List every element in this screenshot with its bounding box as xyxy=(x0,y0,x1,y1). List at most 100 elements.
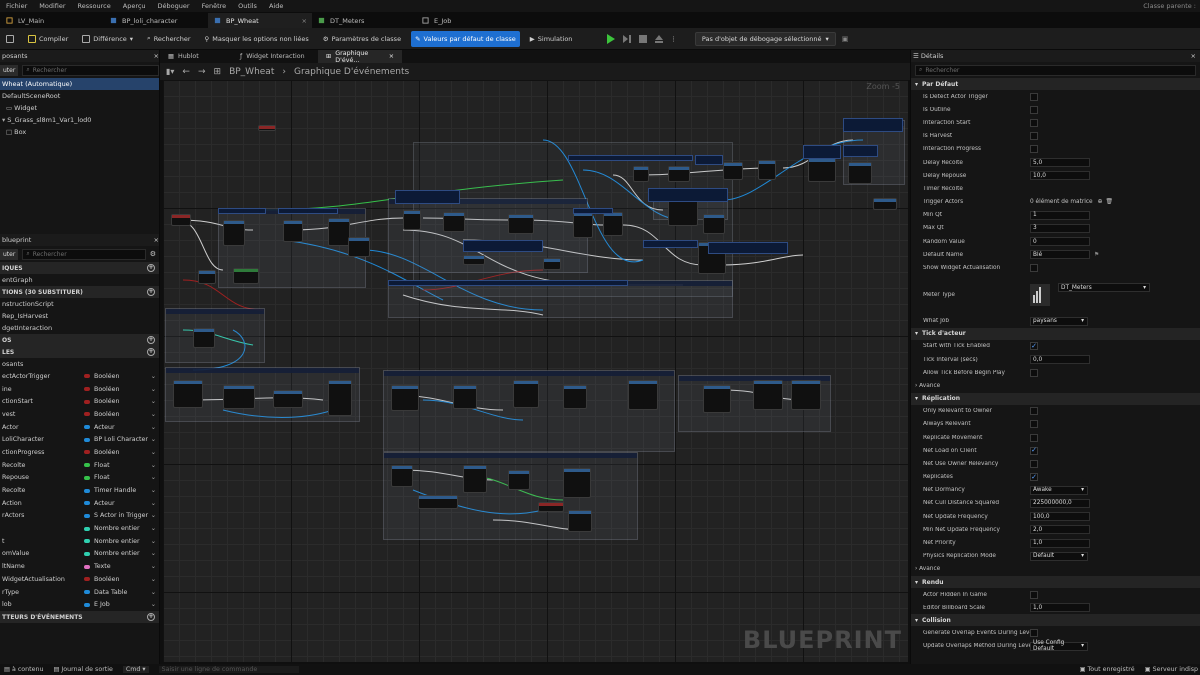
details-section[interactable]: ▾ Rendu xyxy=(911,576,1200,588)
graph-node[interactable] xyxy=(391,385,419,411)
content-drawer-button[interactable]: ▤ à contenu xyxy=(4,666,43,673)
property-value-input[interactable]: 1,0 xyxy=(1030,603,1090,613)
graph-node[interactable] xyxy=(668,198,698,226)
property-value-input[interactable]: Blé xyxy=(1030,250,1090,260)
component-item[interactable]: DefaultSceneRoot xyxy=(0,90,159,102)
chevron-down-icon[interactable]: ⌄ xyxy=(151,563,156,570)
chevron-down-icon[interactable]: ⌄ xyxy=(151,500,156,507)
graph-node[interactable] xyxy=(418,495,458,509)
property-checkbox[interactable]: ✓ xyxy=(1030,473,1038,482)
add-button[interactable]: uter xyxy=(0,248,19,260)
search-button[interactable]: ⌕ Rechercher xyxy=(143,31,194,47)
menu-file[interactable]: Fichier xyxy=(0,2,33,10)
close-icon[interactable]: × xyxy=(389,53,394,60)
forward-icon[interactable]: → xyxy=(198,67,206,77)
graph-node[interactable] xyxy=(723,162,743,180)
property-checkbox[interactable] xyxy=(1030,407,1038,416)
asset-picker[interactable]: DT_Meters ▾ xyxy=(1058,283,1150,293)
variable-item[interactable]: Actor Acteur ⌄ xyxy=(0,421,159,434)
graph-menu-icon[interactable]: ▮▾ xyxy=(166,67,174,76)
variable-item[interactable]: t Nombre entier ⌄ xyxy=(0,535,159,548)
property-value-input[interactable]: 225000000,0 xyxy=(1030,498,1090,508)
details-section[interactable]: ▾ Tick d'acteur xyxy=(911,327,1200,340)
menu-debug[interactable]: Déboguer xyxy=(152,2,196,10)
variable-item[interactable]: Recolte Float ⌄ xyxy=(0,459,159,472)
menu-asset[interactable]: Ressource xyxy=(72,2,117,10)
property-select[interactable]: paysans ▾ xyxy=(1030,316,1088,326)
class-defaults-button[interactable]: ✎ Valeurs par défaut de classe xyxy=(411,30,520,47)
property-value-input[interactable]: 1 xyxy=(1030,210,1090,220)
property-value-input[interactable]: 3 xyxy=(1030,223,1090,233)
tab-widget-interaction[interactable]: ƒ Widget Interaction xyxy=(232,50,316,63)
event-graph-canvas[interactable]: Zoom -5 BLUEPRINT xyxy=(163,80,908,662)
variable-item[interactable]: WidgetActualisation Booléen ⌄ xyxy=(0,573,159,586)
details-search-input[interactable]: ⌕ Rechercher xyxy=(915,64,1196,76)
property-checkbox[interactable] xyxy=(1030,105,1038,114)
close-icon[interactable]: × xyxy=(1191,52,1196,60)
graph-node[interactable] xyxy=(668,166,690,182)
graph-node[interactable] xyxy=(193,328,215,348)
variable-item[interactable]: Nombre entier ⌄ xyxy=(0,522,159,535)
chevron-down-icon[interactable]: ⌄ xyxy=(151,424,156,431)
tab-e-job[interactable]: E_Job xyxy=(416,13,520,28)
property-checkbox[interactable] xyxy=(1030,628,1038,637)
property-value-input[interactable]: 1,0 xyxy=(1030,538,1090,548)
graph-node[interactable] xyxy=(198,270,216,284)
mybp-search-input[interactable]: ⌕ Rechercher xyxy=(22,248,146,260)
add-icon[interactable]: ⊕ xyxy=(1098,199,1103,205)
graph-node[interactable] xyxy=(273,390,303,408)
graph-item[interactable]: entGraph xyxy=(0,274,159,286)
component-item[interactable]: ▾ S_Grass_sl8m1_Var1_lod0 xyxy=(0,114,159,126)
variable-item[interactable]: ectActorTrigger Booléen ⌄ xyxy=(0,370,159,383)
simulation-button[interactable]: ▶ Simulation xyxy=(526,31,577,47)
graph-node[interactable] xyxy=(791,380,821,410)
component-item[interactable]: □ Box xyxy=(0,126,159,138)
property-select[interactable]: Default ▾ xyxy=(1030,551,1088,561)
chevron-down-icon[interactable]: ⌄ xyxy=(151,601,156,608)
chevron-down-icon[interactable]: ⌄ xyxy=(151,538,156,545)
menu-edit[interactable]: Modifier xyxy=(33,2,71,10)
add-component-button[interactable]: uter xyxy=(0,64,19,76)
close-icon[interactable]: × xyxy=(154,52,159,60)
graph-node[interactable] xyxy=(563,385,587,409)
variable-item[interactable]: ltName Texte ⌄ xyxy=(0,560,159,573)
close-icon[interactable]: × xyxy=(302,17,307,25)
chevron-down-icon[interactable]: ⌄ xyxy=(151,474,156,481)
graph-node[interactable] xyxy=(403,210,421,230)
property-value-input[interactable]: 2,0 xyxy=(1030,525,1090,535)
chevron-down-icon[interactable]: ⌄ xyxy=(151,411,156,418)
chevron-down-icon[interactable]: ⌄ xyxy=(151,462,156,469)
property-label[interactable]: › Avancé xyxy=(911,383,1030,389)
section-functions[interactable]: TIONS (30 SUBSTITUER) + xyxy=(0,286,159,298)
section-graphs[interactable]: IQUES + xyxy=(0,262,159,274)
variable-item[interactable]: Action Acteur ⌄ xyxy=(0,497,159,510)
property-checkbox[interactable] xyxy=(1030,590,1038,599)
variable-item[interactable]: Repouse Float ⌄ xyxy=(0,472,159,485)
chevron-down-icon[interactable]: ⌄ xyxy=(151,373,156,380)
variable-item[interactable]: lob E Job ⌄ xyxy=(0,598,159,611)
graph-node[interactable] xyxy=(391,465,413,487)
graph-node[interactable] xyxy=(328,218,350,246)
property-value-input[interactable]: 0 xyxy=(1030,237,1090,247)
cmd-dropdown[interactable]: Cmd ▾ xyxy=(122,666,149,673)
diff-button[interactable]: Différence ▾ xyxy=(78,31,137,47)
graph-node[interactable] xyxy=(568,510,592,532)
graph-node[interactable] xyxy=(508,470,530,490)
comment-box[interactable] xyxy=(165,308,265,363)
graph-node[interactable] xyxy=(513,380,539,408)
variables-category[interactable]: osants xyxy=(0,358,159,370)
back-icon[interactable]: ← xyxy=(182,67,190,77)
graph-node[interactable] xyxy=(703,214,725,234)
variable-item[interactable]: rActors S Actor in Trigger ⌄ xyxy=(0,510,159,523)
chevron-down-icon[interactable]: ⌄ xyxy=(151,550,156,557)
chevron-down-icon[interactable]: ⌄ xyxy=(151,398,156,405)
step-icon[interactable] xyxy=(622,34,632,44)
property-value-input[interactable]: 10,0 xyxy=(1030,171,1090,181)
graph-node[interactable] xyxy=(233,268,259,284)
event-node[interactable] xyxy=(171,214,191,226)
variable-item[interactable]: ctionStart Booléen ⌄ xyxy=(0,395,159,408)
graph-node[interactable] xyxy=(328,380,352,416)
add-icon[interactable]: + xyxy=(147,264,155,272)
details-section[interactable]: ▾ Collision xyxy=(911,614,1200,627)
breadcrumb-graph[interactable]: Graphique D'événements xyxy=(294,67,409,77)
